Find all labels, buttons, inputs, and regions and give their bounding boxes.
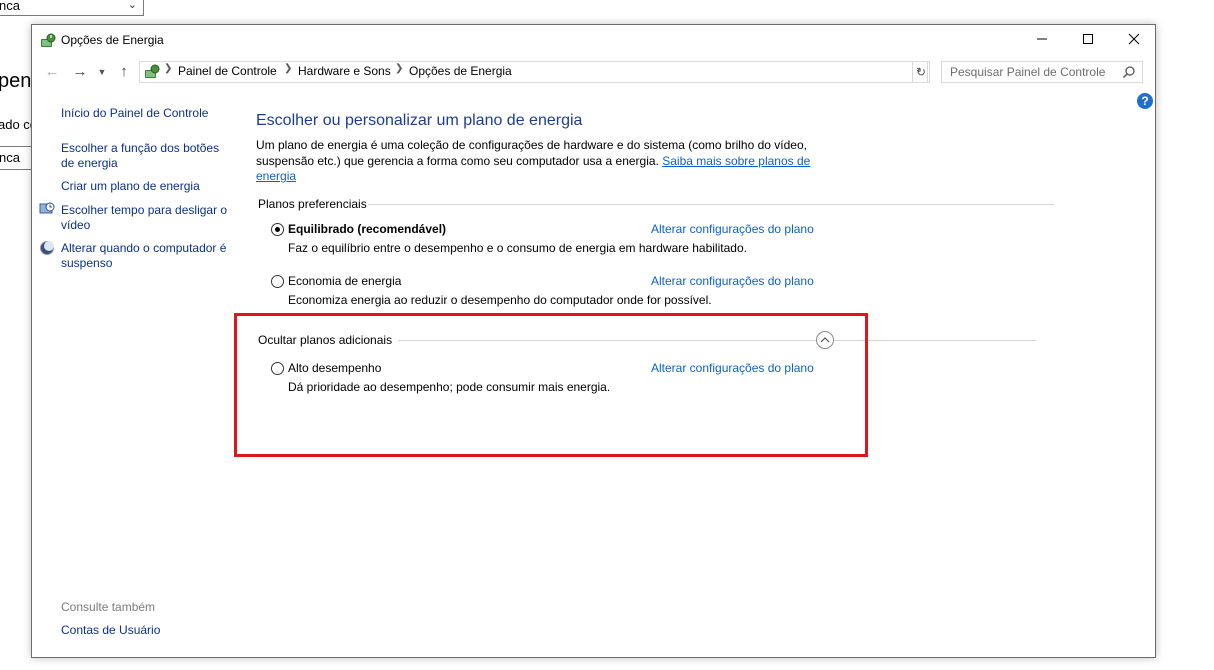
search-placeholder: Pesquisar Painel de Controle	[950, 65, 1106, 79]
up-arrow-icon[interactable]: ↑	[112, 59, 136, 85]
sidebar-item-sleep[interactable]: Alterar quando o computador é suspenso	[61, 241, 233, 271]
preferred-plans-label: Planos preferenciais	[258, 197, 367, 211]
change-plan-settings-balanced[interactable]: Alterar configurações do plano	[651, 222, 814, 236]
maximize-icon	[1083, 34, 1093, 44]
page-description: Um plano de energia é uma coleção de con…	[256, 138, 816, 185]
sidebar-item-power-buttons[interactable]: Escolher a função dos botões de energia	[61, 141, 231, 171]
minimize-icon	[1037, 38, 1047, 40]
minimize-button[interactable]	[1019, 25, 1065, 55]
recent-locations-chevron-icon[interactable]: ▼	[95, 59, 109, 85]
plan-name-power-saver[interactable]: Economia de energia	[288, 274, 401, 288]
radio-balanced[interactable]	[271, 223, 284, 236]
background-dropdown[interactable]: nca ⌄	[0, 0, 144, 16]
refresh-icon[interactable]: ↻	[912, 61, 930, 83]
page-title: Escolher ou personalizar um plano de ene…	[256, 112, 583, 129]
breadcrumb-opcoes-de-energia[interactable]: Opções de Energia	[409, 64, 512, 78]
sleep-moon-icon	[40, 241, 54, 255]
user-accounts-link[interactable]: Contas de Usuário	[61, 623, 160, 637]
breadcrumb-separator-icon[interactable]: ❯	[284, 63, 292, 74]
breadcrumb-painel-de-controle[interactable]: Painel de Controle	[178, 64, 277, 78]
plan-name-balanced[interactable]: Equilibrado (recomendável)	[288, 222, 446, 236]
breadcrumb-hardware-e-sons[interactable]: Hardware e Sons	[298, 64, 391, 78]
breadcrumb-separator-icon[interactable]: ❯	[395, 63, 403, 74]
search-icon[interactable]	[1122, 65, 1136, 79]
breadcrumb-separator-icon[interactable]: ❯	[164, 63, 172, 74]
sidebar-item-create-plan[interactable]: Criar um plano de energia	[61, 179, 200, 194]
sidebar-item-display-timeout[interactable]: Escolher tempo para desligar o vídeo	[61, 203, 233, 233]
address-bar[interactable]: ❯ Painel de Controle ❯ Hardware e Sons ❯…	[139, 61, 928, 83]
power-options-icon	[41, 33, 56, 47]
close-icon	[1128, 33, 1140, 45]
chevron-down-icon: ⌄	[127, 0, 137, 11]
back-arrow-icon[interactable]: ←	[40, 59, 64, 85]
plan-desc-power-saver: Economiza energia ao reduzir o desempenh…	[288, 293, 712, 307]
maximize-button[interactable]	[1065, 25, 1111, 55]
group-divider	[368, 204, 1054, 205]
window-title: Opções de Energia	[61, 33, 164, 47]
title-bar[interactable]: Opções de Energia	[32, 25, 1155, 56]
change-plan-settings-power-saver[interactable]: Alterar configurações do plano	[651, 274, 814, 288]
background-dropdown-value: nca	[0, 0, 20, 13]
background-heading-fragment: pen	[0, 70, 32, 92]
forward-arrow-icon[interactable]: →	[68, 59, 92, 85]
highlight-annotation-box	[234, 313, 868, 457]
background-field[interactable]: nca	[0, 146, 31, 170]
plan-desc-balanced: Faz o equilíbrio entre o desempenho e o …	[288, 241, 747, 255]
sidebar-item-home[interactable]: Início do Painel de Controle	[61, 106, 208, 121]
radio-power-saver[interactable]	[271, 275, 284, 288]
display-timer-icon	[39, 202, 55, 214]
see-also-label: Consulte também	[61, 600, 156, 614]
help-icon[interactable]: ?	[1137, 93, 1153, 109]
navigation-bar: ← → ▼ ↑ ❯ Painel de Controle ❯ Hardware …	[32, 59, 1155, 85]
control-panel-icon	[145, 64, 160, 78]
search-input[interactable]: Pesquisar Painel de Controle	[941, 61, 1143, 83]
close-button[interactable]	[1111, 25, 1157, 55]
